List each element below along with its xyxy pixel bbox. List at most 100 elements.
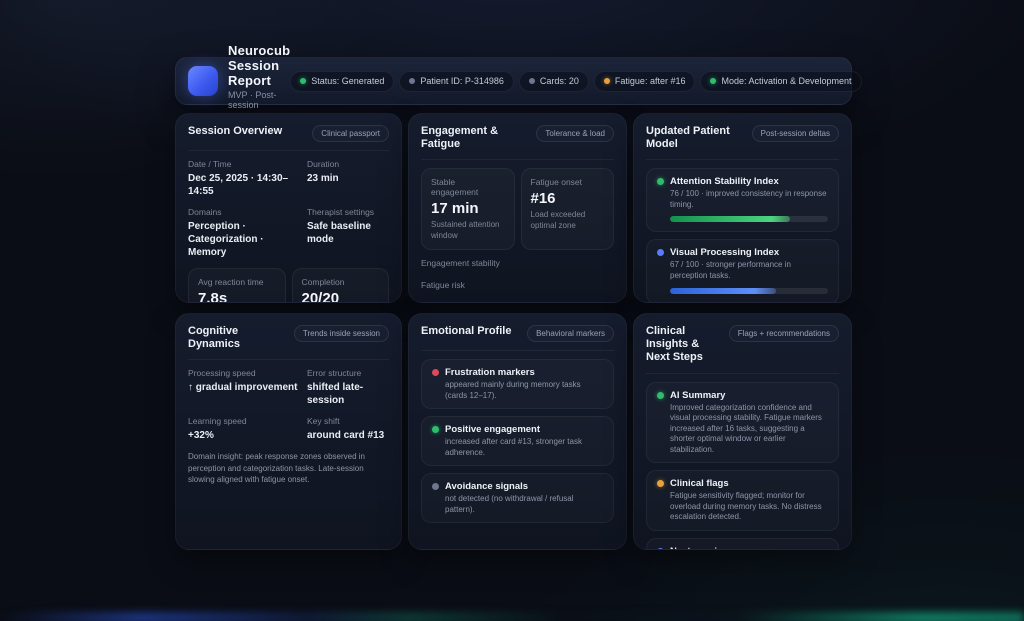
field-label: Error structure: [307, 368, 389, 378]
mode-badge: Mode: Activation & Development: [700, 71, 861, 92]
frustration-dot-icon: [432, 369, 439, 376]
insights-title: Clinical Insights & Next Steps: [646, 325, 723, 365]
next-session-row: Next session Start in Stabilization mode…: [646, 538, 839, 550]
cards-count-badge-label: Cards: 20: [540, 76, 579, 86]
field-value: Dec 25, 2025 · 14:30–14:55: [188, 172, 299, 198]
header-text: Neurocub Session Report MVP · Post-sessi…: [228, 43, 290, 120]
fatigue-risk-label: Fatigue risk: [421, 280, 614, 290]
frustration-markers-row: Frustration markers appeared mainly duri…: [421, 359, 614, 409]
visual-processing-row: Visual Processing Index 67 / 100 · stron…: [646, 239, 839, 303]
header-badges: Status: Generated Patient ID: P-314986 C…: [290, 71, 861, 92]
page-title: Neurocub Session Report: [228, 43, 290, 88]
flags-recommendations-tag: Flags + recommendations: [729, 325, 839, 342]
trends-tag: Trends inside session: [294, 325, 389, 342]
domain-insight-note: Domain insight: peak response zones obse…: [188, 451, 389, 485]
mode-badge-label: Mode: Activation & Development: [721, 76, 851, 86]
insight-name: AI Summary: [670, 390, 725, 401]
patient-model-card: Updated Patient Model Post-session delta…: [633, 113, 852, 303]
cognitive-title: Cognitive Dynamics: [188, 325, 288, 351]
field-date-time: Date / Time Dec 25, 2025 · 14:30–14:55: [188, 159, 299, 198]
emotional-header: Emotional Profile Behavioral markers: [421, 325, 614, 342]
insight-name: Clinical flags: [670, 478, 729, 489]
bottom-accent-strip: [0, 612, 1024, 621]
field-label: Therapist settings: [307, 207, 389, 217]
divider: [421, 159, 614, 160]
index-desc: 76 / 100 · improved consistency in respo…: [670, 189, 828, 210]
stat-label: Fatigue onset: [531, 177, 605, 187]
field-learning-speed: Learning speed +32%: [188, 416, 299, 442]
attention-stability-row: Attention Stability Index 76 / 100 · imp…: [646, 168, 839, 232]
field-key-shift: Key shift around card #13: [307, 416, 389, 442]
session-overview-title: Session Overview: [188, 125, 282, 138]
engagement-title: Engagement & Fatigue: [421, 125, 530, 151]
status-badge-label: Status: Generated: [311, 76, 384, 86]
field-label: Date / Time: [188, 159, 299, 169]
attention-index-bar: [670, 216, 828, 222]
field-value: shifted late-session: [307, 381, 389, 407]
visual-index-bar-fill: [670, 288, 776, 294]
status-badge: Status: Generated: [290, 71, 394, 92]
marker-head: Avoidance signals: [432, 481, 603, 492]
field-duration: Duration 23 min: [307, 159, 389, 198]
marker-name: Positive engagement: [445, 424, 540, 435]
patient-dot-icon: [409, 78, 415, 84]
cards-grid: Session Overview Clinical passport Date …: [175, 113, 852, 550]
divider: [188, 359, 389, 360]
field-value: Safe baseline mode: [307, 220, 389, 246]
avg-reaction-time-stat: Avg reaction time 7.8s Stable early sess…: [188, 268, 286, 303]
clinical-insights-card: Clinical Insights & Next Steps Flags + r…: [633, 313, 852, 550]
session-overview-card: Session Overview Clinical passport Date …: [175, 113, 402, 303]
engagement-fatigue-card: Engagement & Fatigue Tolerance & load St…: [408, 113, 627, 303]
engagement-stats: Stable engagement 17 min Sustained atten…: [421, 168, 614, 250]
index-head: Attention Stability Index: [657, 176, 828, 187]
field-processing-speed: Processing speed ↑ gradual improvement: [188, 368, 299, 407]
field-value: around card #13: [307, 429, 389, 442]
marker-name: Avoidance signals: [445, 481, 528, 492]
fatigue-onset-stat: Fatigue onset #16 Load exceeded optimal …: [521, 168, 615, 250]
completion-stat: Completion 20/20 No hard stops: [292, 268, 390, 303]
index-head: Visual Processing Index: [657, 247, 828, 258]
visual-index-bar: [670, 288, 828, 294]
field-value: ↑ gradual improvement: [188, 381, 299, 394]
field-error-structure: Error structure shifted late-session: [307, 368, 389, 407]
stat-value: 7.8s: [198, 290, 276, 303]
emotional-title: Emotional Profile: [421, 325, 511, 338]
patient-id-badge: Patient ID: P-314986: [399, 71, 514, 92]
stable-engagement-stat: Stable engagement 17 min Sustained atten…: [421, 168, 515, 250]
stat-label: Avg reaction time: [198, 277, 276, 287]
divider: [646, 159, 839, 160]
fatigue-badge-label: Fatigue: after #16: [615, 76, 686, 86]
field-therapist-settings: Therapist settings Safe baseline mode: [307, 207, 389, 259]
engagement-stability-label: Engagement stability: [421, 258, 614, 268]
emotional-profile-card: Emotional Profile Behavioral markers Fru…: [408, 313, 627, 550]
field-label: Key shift: [307, 416, 389, 426]
cognitive-header: Cognitive Dynamics Trends inside session: [188, 325, 389, 351]
cognitive-dynamics-card: Cognitive Dynamics Trends inside session…: [175, 313, 402, 550]
report-page: Neurocub Session Report MVP · Post-sessi…: [175, 57, 852, 550]
field-label: Processing speed: [188, 368, 299, 378]
field-domains: Domains Perception · Categorization · Me…: [188, 207, 299, 259]
stat-caption: Load exceeded optimal zone: [531, 210, 605, 231]
session-overview-header: Session Overview Clinical passport: [188, 125, 389, 142]
insight-desc: Fatigue sensitivity flagged; monitor for…: [670, 491, 828, 523]
app-header: Neurocub Session Report MVP · Post-sessi…: [175, 57, 852, 105]
clinical-passport-tag: Clinical passport: [312, 125, 389, 142]
field-value: +32%: [188, 429, 299, 442]
field-label: Learning speed: [188, 416, 299, 426]
stat-value: #16: [531, 190, 605, 207]
divider: [646, 373, 839, 374]
cards-dot-icon: [529, 78, 535, 84]
clinical-flags-row: Clinical flags Fatigue sensitivity flagg…: [646, 470, 839, 531]
mode-dot-icon: [710, 78, 716, 84]
clinical-flags-dot-icon: [657, 480, 664, 487]
neurocub-logo-icon: [188, 66, 218, 96]
ai-summary-row: AI Summary Improved categorization confi…: [646, 382, 839, 464]
stat-label: Completion: [302, 277, 380, 287]
attention-index-bar-fill: [670, 216, 790, 222]
index-name: Attention Stability Index: [670, 176, 779, 187]
attention-dot-icon: [657, 178, 664, 185]
cognitive-fields: Processing speed ↑ gradual improvement E…: [188, 368, 389, 442]
tolerance-load-tag: Tolerance & load: [536, 125, 614, 142]
session-stats: Avg reaction time 7.8s Stable early sess…: [188, 268, 389, 303]
behavioral-markers-tag: Behavioral markers: [527, 325, 614, 342]
